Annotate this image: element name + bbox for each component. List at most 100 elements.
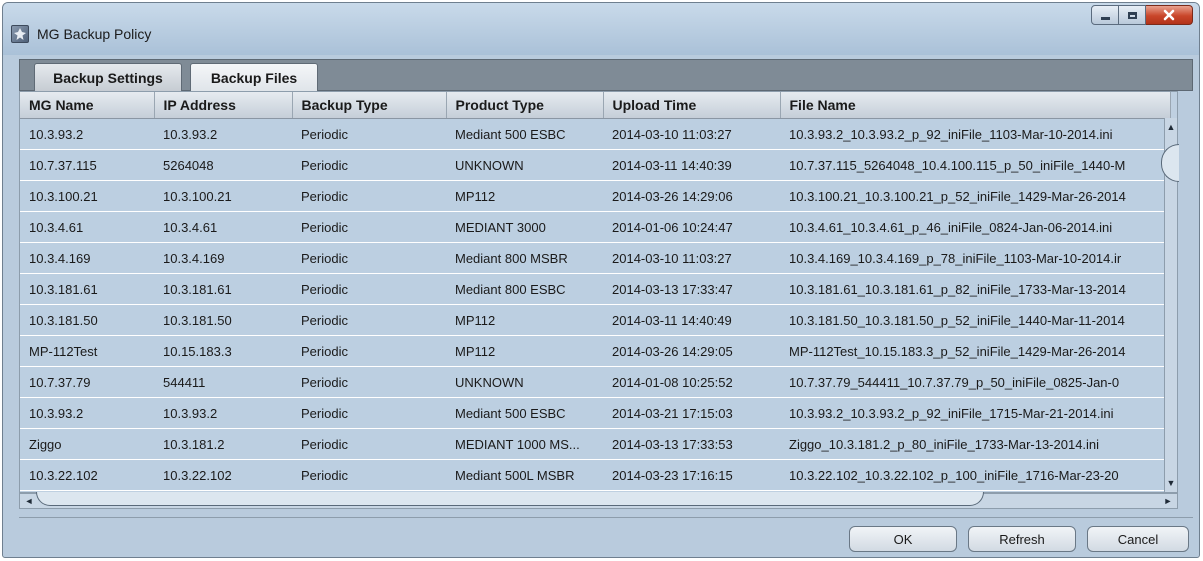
cell-upload-time: 2014-03-26 14:29:06 <box>603 180 780 212</box>
arrow-left-icon[interactable]: ◄ <box>22 494 36 508</box>
column-header-mg-name[interactable]: MG Name <box>20 92 155 119</box>
cell-product-type: Mediant 500L MSBR <box>446 459 603 491</box>
cell-backup-type: Periodic <box>292 459 446 491</box>
cell-upload-time: 2014-03-23 17:16:15 <box>603 459 780 491</box>
table-row[interactable]: 10.3.100.21 10.3.100.21 Periodic MP112 2… <box>20 180 1170 212</box>
cell-mg-name: 10.3.4.169 <box>20 242 154 274</box>
table-row[interactable]: 10.3.181.61 10.3.181.61 Periodic Mediant… <box>20 273 1170 305</box>
table-row[interactable]: 10.3.181.50 10.3.181.50 Periodic MP112 2… <box>20 304 1170 336</box>
cell-product-type: Mediant 500 ESBC <box>446 397 603 429</box>
cell-product-type: MP112 <box>446 180 603 212</box>
table-row[interactable]: 10.7.37.115 5264048 Periodic UNKNOWN 201… <box>20 149 1170 181</box>
column-header-product-type[interactable]: Product Type <box>446 92 604 119</box>
cell-upload-time: 2014-03-13 17:33:53 <box>603 428 780 460</box>
cell-mg-name: 10.3.22.102 <box>20 459 154 491</box>
table-row[interactable]: Ziggo 10.3.181.2 Periodic MEDIANT 1000 M… <box>20 428 1170 460</box>
cell-upload-time: 2014-03-21 17:15:03 <box>603 397 780 429</box>
cell-mg-name: MP-112Test <box>20 335 154 367</box>
column-header-backup-type[interactable]: Backup Type <box>292 92 447 119</box>
column-header-ip-address[interactable]: IP Address <box>154 92 293 119</box>
cell-product-type: Mediant 500 ESBC <box>446 118 603 150</box>
cell-upload-time: 2014-01-06 10:24:47 <box>603 211 780 243</box>
cell-file-name: MP-112Test_10.15.183.3_p_52_iniFile_1429… <box>780 335 1170 367</box>
footer-divider <box>19 517 1193 518</box>
cancel-button[interactable]: Cancel <box>1087 526 1189 552</box>
table-row[interactable]: 10.7.37.79 544411 Periodic UNKNOWN 2014-… <box>20 366 1170 398</box>
cell-backup-type: Periodic <box>292 366 446 398</box>
cell-file-name: 10.7.37.79_544411_10.7.37.79_p_50_iniFil… <box>780 366 1170 398</box>
backup-policy-window: MG Backup Policy Backup Settings Backup … <box>2 2 1200 558</box>
table-row[interactable]: 10.3.93.2 10.3.93.2 Periodic Mediant 500… <box>20 118 1170 150</box>
cell-ip-address: 10.3.93.2 <box>154 397 292 429</box>
cell-product-type: UNKNOWN <box>446 149 603 181</box>
cell-backup-type: Periodic <box>292 211 446 243</box>
cell-mg-name: 10.3.93.2 <box>20 118 154 150</box>
tab-backup-files[interactable]: Backup Files <box>190 63 318 92</box>
arrow-right-icon[interactable]: ► <box>1161 494 1175 508</box>
cell-ip-address: 10.3.181.2 <box>154 428 292 460</box>
app-icon <box>11 25 29 43</box>
arrow-down-icon[interactable]: ▼ <box>1166 476 1176 490</box>
cell-upload-time: 2014-03-11 14:40:39 <box>603 149 780 181</box>
cell-upload-time: 2014-03-10 11:03:27 <box>603 242 780 274</box>
horizontal-scrollbar[interactable]: ◄ ► <box>19 492 1178 509</box>
cell-mg-name: 10.7.37.115 <box>20 149 154 181</box>
cell-ip-address: 10.3.93.2 <box>154 118 292 150</box>
table-row[interactable]: 10.3.22.102 10.3.22.102 Periodic Mediant… <box>20 459 1170 491</box>
cell-backup-type: Periodic <box>292 273 446 305</box>
minimize-icon <box>1100 16 1110 20</box>
cell-product-type: MEDIANT 1000 MS... <box>446 428 603 460</box>
table-row[interactable]: 10.3.93.2 10.3.93.2 Periodic Mediant 500… <box>20 397 1170 429</box>
cell-backup-type: Periodic <box>292 335 446 367</box>
cell-file-name: 10.7.37.115_5264048_10.4.100.115_p_50_in… <box>780 149 1170 181</box>
cell-file-name: 10.3.4.61_10.3.4.61_p_46_iniFile_0824-Ja… <box>780 211 1170 243</box>
column-header-file-name[interactable]: File Name <box>780 92 1171 119</box>
cell-product-type: UNKNOWN <box>446 366 603 398</box>
cell-ip-address: 10.3.4.169 <box>154 242 292 274</box>
cell-upload-time: 2014-03-11 14:40:49 <box>603 304 780 336</box>
arrow-up-icon[interactable]: ▲ <box>1166 120 1176 134</box>
cell-mg-name: Ziggo <box>20 428 154 460</box>
cell-product-type: Mediant 800 MSBR <box>446 242 603 274</box>
cell-upload-time: 2014-03-26 14:29:05 <box>603 335 780 367</box>
cell-backup-type: Periodic <box>292 118 446 150</box>
cell-ip-address: 5264048 <box>154 149 292 181</box>
cell-mg-name: 10.3.181.50 <box>20 304 154 336</box>
cell-file-name: 10.3.22.102_10.3.22.102_p_100_iniFile_17… <box>780 459 1170 491</box>
tab-strip: Backup Settings Backup Files <box>19 59 1193 92</box>
table-row[interactable]: 10.3.4.169 10.3.4.169 Periodic Mediant 8… <box>20 242 1170 274</box>
cell-backup-type: Periodic <box>292 180 446 212</box>
vertical-scroll-thumb[interactable] <box>1161 144 1179 182</box>
cell-upload-time: 2014-03-10 11:03:27 <box>603 118 780 150</box>
tab-backup-settings[interactable]: Backup Settings <box>34 63 182 91</box>
cell-mg-name: 10.7.37.79 <box>20 366 154 398</box>
cell-file-name: 10.3.93.2_10.3.93.2_p_92_iniFile_1103-Ma… <box>780 118 1170 150</box>
cell-product-type: MP112 <box>446 335 603 367</box>
minimize-button[interactable] <box>1091 5 1119 25</box>
maximize-icon <box>1127 11 1137 19</box>
cell-backup-type: Periodic <box>292 242 446 274</box>
ok-button[interactable]: OK <box>849 526 957 552</box>
cell-ip-address: 10.15.183.3 <box>154 335 292 367</box>
window-controls <box>1091 5 1193 27</box>
cell-file-name: 10.3.93.2_10.3.93.2_p_92_iniFile_1715-Ma… <box>780 397 1170 429</box>
maximize-button[interactable] <box>1119 5 1146 25</box>
cell-backup-type: Periodic <box>292 428 446 460</box>
table-row[interactable]: MP-112Test 10.15.183.3 Periodic MP112 20… <box>20 335 1170 367</box>
cell-file-name: 10.3.181.50_10.3.181.50_p_52_iniFile_144… <box>780 304 1170 336</box>
table-row[interactable]: 10.3.4.61 10.3.4.61 Periodic MEDIANT 300… <box>20 211 1170 243</box>
close-button[interactable] <box>1146 5 1193 25</box>
vertical-scrollbar[interactable]: ▲ ▼ <box>1161 118 1179 492</box>
cell-upload-time: 2014-01-08 10:25:52 <box>603 366 780 398</box>
cell-file-name: 10.3.181.61_10.3.181.61_p_82_iniFile_173… <box>780 273 1170 305</box>
window-title: MG Backup Policy <box>37 26 152 42</box>
refresh-button[interactable]: Refresh <box>968 526 1076 552</box>
column-header-upload-time[interactable]: Upload Time <box>603 92 781 119</box>
title-bar[interactable]: MG Backup Policy <box>3 3 1199 55</box>
horizontal-scroll-thumb[interactable] <box>36 492 984 506</box>
cell-ip-address: 10.3.22.102 <box>154 459 292 491</box>
backup-files-table: MG Name IP Address Backup Type Product T… <box>19 91 1179 493</box>
cell-ip-address: 10.3.4.61 <box>154 211 292 243</box>
cell-mg-name: 10.3.4.61 <box>20 211 154 243</box>
cell-backup-type: Periodic <box>292 149 446 181</box>
